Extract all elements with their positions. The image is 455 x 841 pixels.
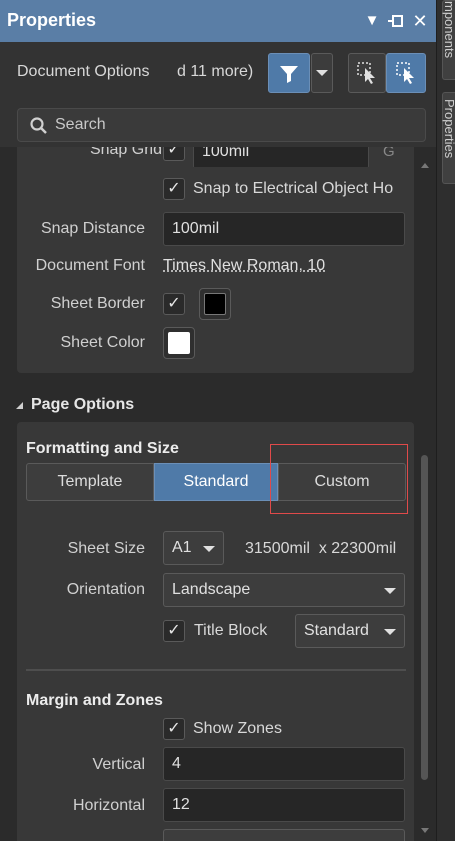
show-zones-checkbox[interactable]: ✓	[163, 718, 185, 740]
close-icon[interactable]: ✕	[410, 11, 430, 31]
tab-properties[interactable]: Properties	[442, 92, 455, 184]
collapse-triangle-icon[interactable]	[15, 401, 25, 411]
title-block-select[interactable]: Standard	[295, 614, 405, 648]
panel-title: Properties	[7, 10, 97, 30]
show-zones-label: Show Zones	[193, 720, 282, 737]
snap-electrical-checkbox[interactable]: ✓	[163, 178, 185, 200]
document-options-label: Document Options	[17, 63, 150, 80]
sheet-size-value: A1	[172, 539, 192, 556]
tab-properties-label: Properties	[442, 99, 455, 159]
page-options-header[interactable]: Page Options	[31, 396, 134, 414]
search-placeholder: Search	[55, 116, 106, 133]
section-divider	[26, 669, 406, 671]
scrollbar-thumb[interactable]	[421, 455, 428, 780]
title-block-label: Title Block	[194, 622, 268, 639]
horizontal-input[interactable]: 12	[163, 788, 405, 822]
orientation-label: Orientation	[66, 581, 145, 598]
select-cursor-icon	[357, 62, 375, 84]
margin-zones-title: Margin and Zones	[26, 692, 163, 709]
document-font-label: Document Font	[35, 257, 145, 274]
sheet-color-label: Sheet Color	[60, 334, 146, 351]
orientation-value: Landscape	[172, 581, 251, 598]
snap-grid-hotkey: G	[383, 147, 395, 160]
next-field-partial[interactable]	[163, 829, 405, 841]
highlight-box	[270, 444, 408, 514]
chevron-down-icon	[316, 70, 328, 76]
vertical-label: Vertical	[92, 756, 145, 773]
snap-grid-input[interactable]: 100mil	[193, 147, 369, 167]
snap-grid-label: Snap Grid	[89, 147, 162, 158]
filter-icon	[280, 66, 298, 83]
sheet-size-label: Sheet Size	[67, 540, 145, 557]
horizontal-label: Horizontal	[72, 797, 145, 814]
sheet-border-checkbox[interactable]: ✓	[163, 293, 185, 315]
orientation-select[interactable]: Landscape	[163, 573, 405, 607]
sheet-size-select[interactable]: A1	[163, 531, 224, 565]
sheet-dimensions: 31500mil x 22300mil	[245, 540, 397, 557]
scroll-up-arrow[interactable]	[420, 156, 430, 174]
title-block-value: Standard	[304, 622, 369, 639]
select-active-button[interactable]	[386, 53, 426, 93]
tab-standard[interactable]: Standard	[154, 463, 278, 501]
filter-dropdown-button[interactable]	[311, 53, 333, 93]
snap-distance-label: Snap Distance	[40, 220, 145, 237]
select-mode-button[interactable]	[348, 53, 386, 93]
select-cursor-active-icon	[396, 62, 414, 84]
panel-menu-icon[interactable]: ▼	[362, 11, 382, 31]
chevron-down-icon	[384, 588, 396, 594]
sheet-border-color-swatch[interactable]	[199, 288, 231, 320]
chevron-down-icon	[203, 546, 215, 552]
filter-summary-label: d 11 more)	[177, 63, 254, 80]
snap-grid-row: Snap Grid ✓ 100mil G	[17, 147, 414, 167]
vertical-input[interactable]: 4	[163, 747, 405, 781]
snap-electrical-label: Snap to Electrical Object Ho	[193, 180, 394, 197]
document-font-link[interactable]: Times New Roman, 10	[163, 257, 325, 275]
snap-distance-input[interactable]: 100mil	[163, 212, 405, 246]
tab-components[interactable]: mponents	[442, 0, 455, 80]
tab-template[interactable]: Template	[26, 463, 154, 501]
scroll-down-arrow[interactable]	[420, 822, 430, 840]
search-icon	[30, 117, 47, 134]
formatting-size-title: Formatting and Size	[26, 440, 179, 457]
sheet-border-label: Sheet Border	[50, 295, 145, 312]
sheet-color-swatch[interactable]	[163, 327, 195, 359]
pin-icon[interactable]	[388, 14, 404, 28]
title-block-checkbox[interactable]: ✓	[163, 620, 185, 642]
chevron-down-icon	[384, 629, 396, 635]
tab-components-label: mponents	[442, 1, 455, 59]
filter-button[interactable]	[268, 53, 310, 93]
snap-grid-checkbox[interactable]: ✓	[163, 147, 185, 161]
